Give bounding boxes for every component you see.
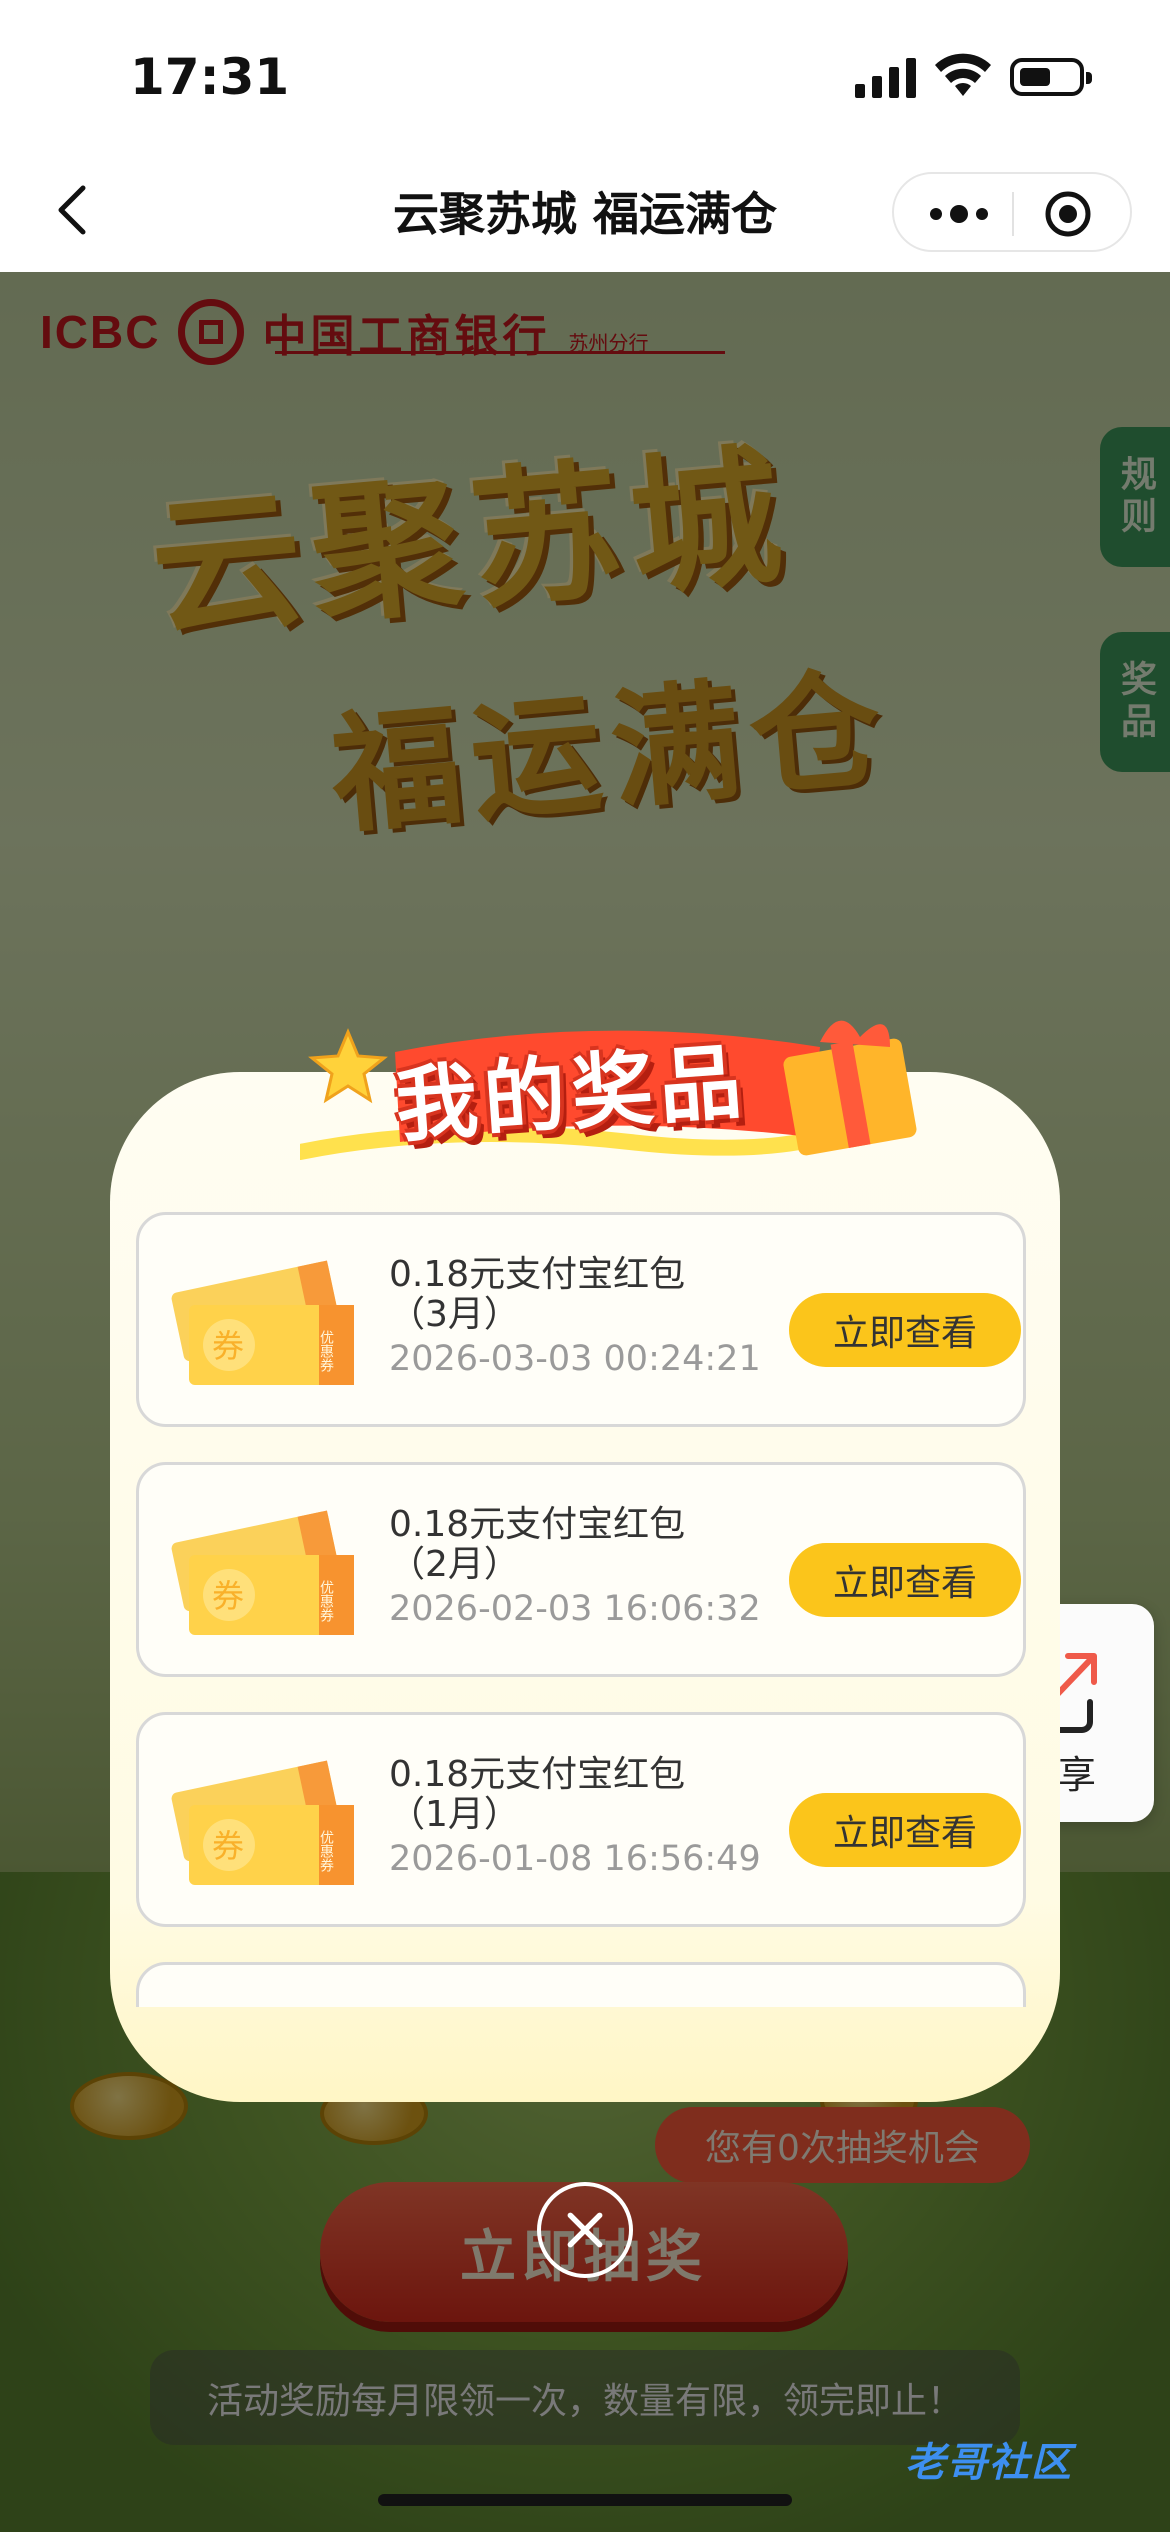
coupon-side-text: 优惠券 — [318, 1830, 334, 1873]
coupon-char: 券 — [212, 1327, 244, 1365]
watermark-logo: 老哥社区 — [905, 2440, 1073, 2486]
prize-item: 券 优惠券 0.18元支付宝红包 （1月） 2026-01-08 16:56:4… — [136, 1712, 1026, 1927]
cellular-signal-icon — [855, 58, 916, 98]
prize-name: 0.18元支付宝红包 — [389, 1504, 686, 1545]
modal-title: 我的奖品 — [392, 1034, 751, 1155]
my-prizes-modal: 券 优惠券 0.18元支付宝红包 （3月） 2026-03-03 00:24:2… — [110, 1072, 1060, 2102]
prize-time: 2026-03-03 00:24:21 — [389, 1339, 761, 1379]
view-now-button[interactable]: 立即查看 — [789, 1793, 1021, 1867]
close-mini-program-icon[interactable] — [1044, 190, 1092, 238]
view-now-button[interactable]: 立即查看 — [789, 1293, 1021, 1367]
prize-month: （3月） — [389, 1294, 520, 1335]
status-bar: 17:31 — [0, 0, 1170, 150]
prize-name: 0.18元支付宝红包 — [389, 1254, 686, 1295]
close-modal-icon[interactable] — [537, 2182, 633, 2278]
prize-month: （1月） — [389, 1794, 520, 1835]
home-indicator — [378, 2494, 792, 2506]
coupon-icon: 券 优惠券 — [171, 1760, 354, 1885]
prize-time: 2026-01-08 16:56:49 — [389, 1839, 761, 1879]
coupon-side-text: 优惠券 — [318, 1330, 334, 1373]
prize-time: 2026-02-03 16:06:32 — [389, 1589, 761, 1629]
prize-month: （2月） — [389, 1544, 520, 1585]
prize-item: 券 优惠券 0.18元支付宝红包 （2月） 2026-02-03 16:06:3… — [136, 1462, 1026, 1677]
prize-item: 券 优惠券 0.18元支付宝红包 （3月） 2026-03-03 00:24:2… — [136, 1212, 1026, 1427]
modal-header: 我的奖品 — [300, 992, 940, 1182]
wifi-icon — [935, 53, 991, 96]
coupon-char: 券 — [212, 1827, 244, 1865]
nav-bar: 云聚苏城 福运满仓 — [0, 150, 1170, 272]
view-now-button[interactable]: 立即查看 — [789, 1543, 1021, 1617]
prize-name: 0.18元支付宝红包 — [389, 1754, 686, 1795]
mini-program-capsule — [892, 172, 1132, 252]
more-dots-icon[interactable] — [924, 194, 994, 234]
prize-item-partial — [136, 1962, 1026, 2007]
activity-page: ICBC 中国工商银行 苏州分行 云聚苏城 福运满仓 规则 奖品 您有0次抽奖机… — [0, 272, 1170, 2532]
coupon-char: 券 — [212, 1577, 244, 1615]
coupon-side-text: 优惠券 — [318, 1580, 334, 1623]
coupon-icon: 券 优惠券 — [171, 1510, 354, 1635]
capsule-divider — [1012, 192, 1014, 236]
status-time: 17:31 — [130, 48, 290, 106]
prize-list[interactable]: 券 优惠券 0.18元支付宝红包 （3月） 2026-03-03 00:24:2… — [136, 1212, 1026, 2007]
coupon-icon: 券 优惠券 — [171, 1260, 354, 1385]
battery-icon — [1010, 58, 1092, 96]
